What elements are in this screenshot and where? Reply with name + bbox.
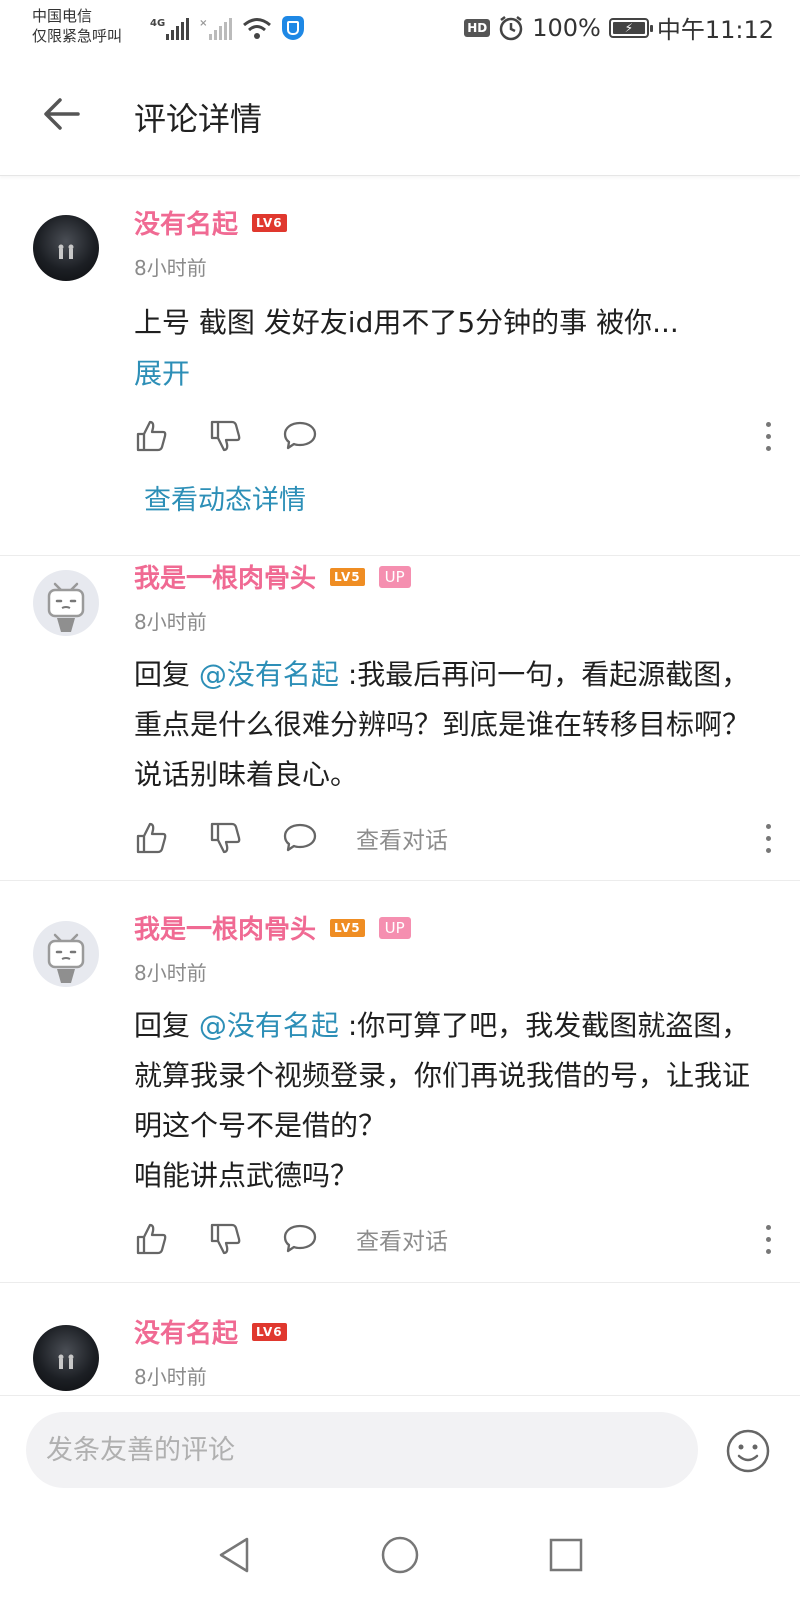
reply-button[interactable] — [282, 820, 318, 856]
like-icon — [136, 822, 167, 854]
comment-body: 回复 @没有名起 :我最后再问一句，看起源截图，重点是什么很难分辨吗？到底是谁在… — [134, 650, 774, 800]
nav-recent-icon — [549, 1538, 583, 1572]
back-button[interactable] — [36, 88, 88, 140]
view-conversation-link[interactable]: 查看对话 — [356, 1222, 448, 1256]
network-type: 4G — [150, 18, 166, 29]
like-icon — [136, 420, 167, 452]
nav-home-button[interactable] — [378, 1533, 422, 1577]
more-button[interactable] — [762, 1221, 774, 1257]
avatar-figures-icon — [58, 244, 74, 259]
clock: 中午11:12 — [656, 16, 774, 44]
username-text: 我是一根肉骨头 — [134, 564, 317, 594]
carrier-name: 中国电信 — [32, 7, 93, 25]
comment-item: 我是一根肉骨头 LV5 UP 8小时前 回复 @没有名起 :你可算了吧，我发截图… — [0, 881, 800, 1283]
battery-percent: 100% — [532, 13, 601, 42]
status-bar: 中国电信 仅限紧急呼叫 4G × HD 100% ⚡ 中午11:12 — [0, 0, 800, 56]
emoji-icon[interactable] — [725, 1428, 771, 1474]
view-post-link[interactable]: 查看动态详情 — [144, 478, 306, 517]
nav-recent-button[interactable] — [544, 1533, 588, 1577]
avatar-figures-icon — [58, 1354, 74, 1369]
reply-prefix: 回复 — [134, 1009, 199, 1042]
comment-time: 8小时前 — [134, 961, 207, 985]
nav-back-icon — [219, 1537, 249, 1573]
carrier-status: 仅限紧急呼叫 — [32, 27, 123, 45]
mention-link[interactable]: @没有名起 — [199, 1009, 339, 1042]
comment-list[interactable]: 没有名起 LV6 8小时前 上号 截图 发好友id用不了5分钟的事 被你... … — [0, 180, 800, 1395]
username-text: 我是一根肉骨头 — [134, 915, 317, 945]
more-button[interactable] — [762, 820, 774, 856]
shield-icon — [281, 16, 304, 40]
comment-time: 8小时前 — [134, 610, 207, 634]
dislike-icon — [210, 822, 241, 854]
username[interactable]: 我是一根肉骨头 LV5 UP — [134, 558, 411, 595]
username[interactable]: 我是一根肉骨头 LV5 UP — [134, 909, 411, 946]
avatar[interactable] — [33, 570, 99, 636]
reply-button[interactable] — [282, 1221, 318, 1257]
comment-actions: 查看对话 — [134, 1219, 774, 1259]
comment-time: 8小时前 — [134, 1365, 207, 1389]
comment-item: 没有名起 LV6 8小时前 上号 截图 发好友id用不了5分钟的事 被你... … — [0, 180, 800, 556]
dislike-button[interactable] — [208, 820, 244, 856]
alarm-icon — [499, 15, 523, 40]
username[interactable]: 没有名起 LV6 — [134, 204, 287, 241]
wifi-icon — [242, 18, 271, 39]
header: 评论详情 — [0, 56, 800, 176]
comment-body: 上号 截图 发好友id用不了5分钟的事 被你... — [134, 306, 679, 339]
username-text: 没有名起 — [134, 1319, 239, 1349]
system-nav-bar — [0, 1510, 800, 1600]
comment-text-line2: 咱能讲点武德吗？ — [134, 1159, 359, 1192]
level-badge: LV6 — [252, 213, 287, 232]
signal-strength-icon — [166, 18, 190, 40]
like-button[interactable] — [134, 418, 170, 454]
dislike-icon — [210, 420, 241, 452]
page-title: 评论详情 — [134, 100, 263, 138]
avatar[interactable] — [33, 215, 99, 281]
tv-mascot-icon — [47, 582, 85, 632]
reply-button[interactable] — [282, 418, 318, 454]
level-badge: LV5 — [330, 918, 365, 937]
back-arrow-icon — [44, 98, 80, 130]
like-icon — [136, 1223, 167, 1255]
reply-icon — [283, 823, 317, 852]
reply-icon — [283, 421, 317, 450]
comment-time: 8小时前 — [134, 256, 207, 280]
dislike-button[interactable] — [208, 418, 244, 454]
comment-item: 我是一根肉骨头 LV5 UP 8小时前 回复 @没有名起 :我最后再问一句，看起… — [0, 556, 800, 881]
nav-home-icon — [381, 1536, 419, 1574]
comment-actions — [134, 416, 774, 456]
dislike-icon — [210, 1223, 241, 1255]
dislike-button[interactable] — [208, 1221, 244, 1257]
signal-empty-icon — [208, 18, 232, 40]
no-sim-mark-icon: × — [199, 18, 208, 29]
view-conversation-link[interactable]: 查看对话 — [356, 821, 448, 855]
signal-icons: 4G × — [150, 14, 304, 40]
battery-icon: ⚡ — [608, 17, 653, 38]
comment-body: 回复 @没有名起 :你可算了吧，我发截图就盗图，就算我录个视频登录，你们再说我借… — [134, 1001, 774, 1201]
like-button[interactable] — [134, 820, 170, 856]
comment-actions: 查看对话 — [134, 818, 774, 858]
up-badge: UP — [378, 565, 411, 588]
level-badge: LV6 — [252, 1322, 287, 1341]
mention-link[interactable]: @没有名起 — [199, 658, 339, 691]
tv-mascot-icon — [47, 933, 85, 983]
username-text: 没有名起 — [134, 210, 239, 240]
expand-link[interactable]: 展开 — [134, 352, 190, 392]
level-badge: LV5 — [330, 567, 365, 586]
up-badge: UP — [378, 916, 411, 939]
hd-badge: HD — [464, 18, 491, 37]
nav-back-button[interactable] — [212, 1533, 256, 1577]
carrier-info: 中国电信 仅限紧急呼叫 — [32, 6, 122, 46]
reply-prefix: 回复 — [134, 658, 199, 691]
status-right: HD 100% ⚡ 中午11:12 — [464, 10, 774, 45]
like-button[interactable] — [134, 1221, 170, 1257]
comment-input-bar — [0, 1395, 800, 1510]
username[interactable]: 没有名起 LV6 — [134, 1313, 287, 1350]
more-button[interactable] — [762, 418, 774, 454]
reply-icon — [283, 1224, 317, 1253]
avatar[interactable] — [33, 1325, 99, 1391]
comment-input[interactable] — [26, 1412, 698, 1488]
avatar[interactable] — [33, 921, 99, 987]
comment-item: 没有名起 LV6 8小时前 — [0, 1283, 800, 1395]
